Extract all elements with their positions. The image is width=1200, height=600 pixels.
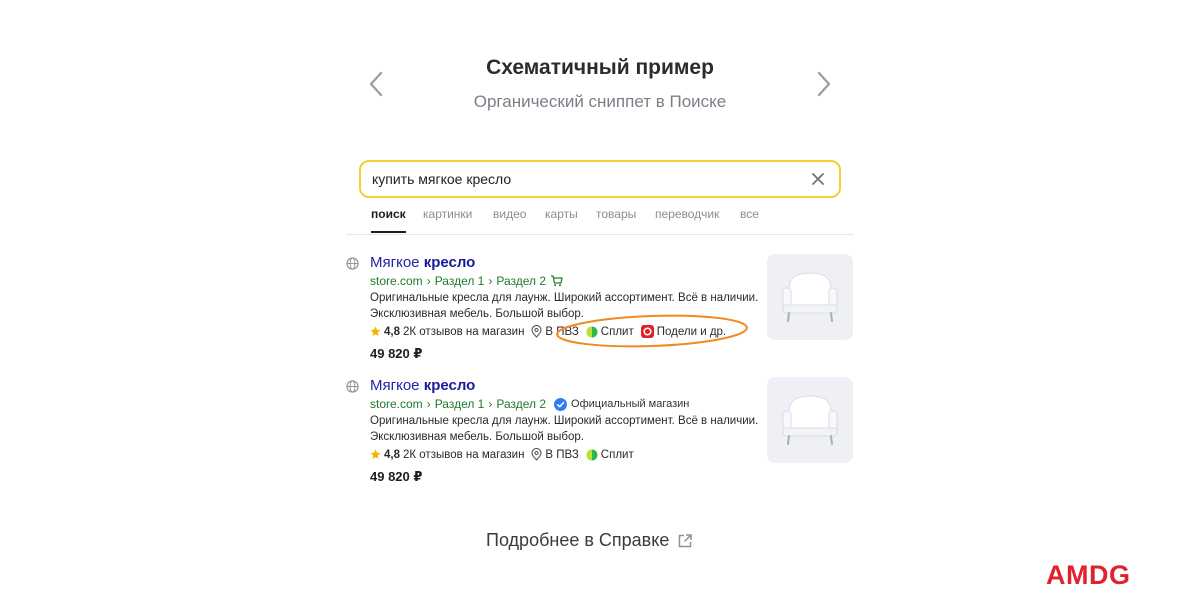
tab-translator[interactable]: переводчик — [655, 207, 719, 233]
podeli-text: Подели и др. — [656, 325, 727, 338]
help-link[interactable]: Подробнее в Справке — [486, 530, 693, 551]
official-store-text: Официальный магазин — [571, 398, 690, 410]
podeli-badge: Подели и др. — [640, 325, 727, 338]
url-domain: store.com — [370, 397, 423, 411]
result-price: 49 820 ₽ — [370, 346, 423, 361]
amdg-logo: AMDG — [1046, 560, 1131, 590]
result-description: Оригинальные кресла для лаунж. Широкий а… — [370, 414, 760, 445]
location-pin-icon — [531, 448, 542, 461]
rating: 4,8 2К отзывов на магазин — [370, 449, 524, 461]
split-icon — [586, 326, 598, 337]
podeli-icon — [640, 325, 654, 338]
tab-maps[interactable]: карты — [545, 207, 578, 233]
description-line: Эксклюзивная мебель. Большой выбор. — [370, 307, 584, 320]
globe-icon — [346, 257, 359, 270]
rating-value: 4,8 — [384, 325, 400, 338]
pickup-text: В ПВЗ — [545, 448, 579, 461]
split-badge: Сплит — [586, 326, 634, 338]
result-title-highlight: кресло — [423, 254, 476, 271]
url-separator: › — [426, 397, 431, 411]
tab-images[interactable]: картинки — [423, 207, 472, 233]
result-description: Оригинальные кресла для лаунж. Широкий а… — [370, 291, 760, 322]
url-section-2: Раздел 2 — [496, 274, 547, 288]
tab-all[interactable]: все — [740, 207, 759, 233]
url-section-1: Раздел 1 — [434, 274, 485, 288]
armchair-icon — [782, 395, 838, 445]
clear-search-button[interactable] — [803, 164, 833, 194]
search-input[interactable] — [372, 164, 803, 194]
result-title-link[interactable]: Мягкое кресло — [370, 254, 475, 271]
tab-products[interactable]: товары — [596, 207, 636, 233]
url-separator: › — [488, 397, 493, 411]
next-slide-button[interactable] — [810, 70, 838, 98]
external-link-icon — [679, 533, 693, 547]
slide-subtitle: Органический сниппет в Поиске — [473, 92, 727, 111]
description-line: Эксклюзивная мебель. Большой выбор. — [370, 430, 584, 443]
search-result: Мягкое кресло store.com › Раздел 1 › Раз… — [346, 377, 856, 487]
official-store-badge: Официальный магазин — [554, 397, 690, 411]
result-title-text: Мягкое — [370, 254, 420, 271]
search-tabs: поиск картинки видео карты товары перево… — [346, 206, 854, 235]
url-domain: store.com — [370, 274, 423, 288]
rating-value: 4,8 — [384, 448, 400, 461]
pickup-text: В ПВЗ — [545, 325, 579, 338]
pickup-info: В ПВЗ — [531, 448, 579, 461]
description-line: Оригинальные кресла для лаунж. Широкий а… — [370, 292, 759, 304]
result-meta: 4,8 2К отзывов на магазин В ПВЗ Сплит — [370, 448, 641, 461]
star-icon — [370, 449, 381, 459]
verified-icon — [554, 397, 568, 411]
split-text: Сплит — [600, 448, 634, 461]
split-badge: Сплит — [586, 449, 634, 461]
tab-search[interactable]: поиск — [371, 207, 406, 233]
reviews-count: 2К отзывов на магазин — [403, 325, 525, 338]
url-section-1: Раздел 1 — [434, 397, 485, 411]
pickup-info: В ПВЗ — [531, 325, 579, 338]
prev-slide-button[interactable] — [362, 70, 390, 98]
star-icon — [370, 326, 381, 336]
url-separator: › — [426, 274, 431, 288]
result-breadcrumb[interactable]: store.com › Раздел 1 › Раздел 2 — [370, 274, 563, 288]
chevron-right-icon — [817, 71, 831, 97]
cart-icon — [551, 275, 563, 287]
result-price: 49 820 ₽ — [370, 469, 423, 484]
result-title-highlight: кресло — [423, 377, 476, 394]
split-text: Сплит — [600, 325, 634, 338]
search-box — [359, 160, 841, 198]
rating: 4,8 2К отзывов на магазин — [370, 326, 524, 338]
url-section-2: Раздел 2 — [496, 397, 547, 411]
chevron-left-icon — [369, 71, 383, 97]
description-line: Оригинальные кресла для лаунж. Широкий а… — [370, 415, 759, 427]
result-thumbnail[interactable] — [767, 254, 853, 340]
slide-title: Схематичный пример — [486, 56, 714, 79]
result-breadcrumb[interactable]: store.com › Раздел 1 › Раздел 2 Официаль… — [370, 397, 689, 411]
result-meta: 4,8 2К отзывов на магазин В ПВЗ Сплит По… — [370, 325, 733, 338]
url-separator: › — [488, 274, 493, 288]
help-link-text: Подробнее в Справке — [486, 530, 670, 550]
result-title-text: Мягкое — [370, 377, 420, 394]
split-icon — [586, 449, 598, 460]
search-result: Мягкое кресло store.com › Раздел 1 › Раз… — [346, 254, 856, 364]
result-title-link[interactable]: Мягкое кресло — [370, 377, 475, 394]
result-thumbnail[interactable] — [767, 377, 853, 463]
tab-video[interactable]: видео — [493, 207, 526, 233]
close-icon — [812, 173, 824, 185]
globe-icon — [346, 380, 359, 393]
armchair-icon — [782, 272, 838, 322]
location-pin-icon — [531, 325, 542, 338]
reviews-count: 2К отзывов на магазин — [403, 448, 525, 461]
